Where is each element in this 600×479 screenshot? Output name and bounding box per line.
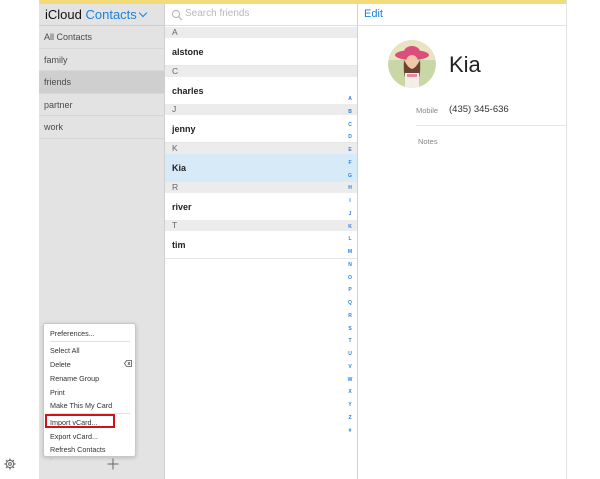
index-letter[interactable]: U: [345, 348, 355, 361]
plus-icon[interactable]: [107, 458, 119, 470]
section-header: J: [165, 104, 357, 115]
index-letter[interactable]: Z: [345, 412, 355, 425]
sidebar-item-family[interactable]: family: [39, 49, 165, 71]
search-input[interactable]: Search friends: [185, 8, 249, 19]
window-edge: [566, 0, 567, 479]
sidebar-item-partner[interactable]: partner: [39, 94, 165, 116]
index-letter[interactable]: J: [345, 208, 355, 221]
index-letter[interactable]: C: [345, 119, 355, 132]
chevron-down-icon: [138, 8, 148, 18]
sidebar-item-all-contacts[interactable]: All Contacts: [39, 26, 165, 49]
menu-item-export-vcard[interactable]: Export vCard...: [50, 432, 98, 441]
sidebar-item-friends[interactable]: friends: [39, 71, 165, 94]
index-letter[interactable]: B: [345, 106, 355, 119]
index-letter[interactable]: P: [345, 284, 355, 297]
menu-item-rename-group[interactable]: Rename Group: [50, 374, 99, 383]
contact-row-jenny[interactable]: jenny: [165, 115, 357, 143]
brand-app-name: Contacts: [85, 7, 137, 22]
contact-row-river[interactable]: river: [165, 193, 357, 221]
menu-item-preferences[interactable]: Preferences...: [50, 329, 95, 338]
section-header: C: [165, 66, 357, 77]
index-letter[interactable]: W: [345, 374, 355, 387]
sidebar-item-work[interactable]: work: [39, 116, 165, 139]
index-letter[interactable]: S: [345, 323, 355, 336]
index-letter[interactable]: I: [345, 195, 355, 208]
mobile-label: Mobile: [416, 106, 439, 115]
section-header: K: [165, 143, 357, 154]
search-icon: [171, 9, 183, 21]
menu-separator: [50, 341, 130, 342]
divider: [416, 125, 566, 126]
alphabet-index: A B C D E F G H I J K L M N O P Q R S T U V W X Y Z #: [345, 93, 355, 437]
settings-menu: Preferences... Select All Delete Rename …: [43, 323, 136, 457]
mobile-value[interactable]: (435) 345-636: [449, 104, 509, 115]
contact-row-kia[interactable]: Kia: [165, 154, 357, 182]
index-letter[interactable]: X: [345, 386, 355, 399]
section-header: R: [165, 182, 357, 193]
index-letter[interactable]: L: [345, 233, 355, 246]
index-letter[interactable]: F: [345, 157, 355, 170]
import-vcard-highlight: [45, 414, 115, 428]
contact-row-alstone[interactable]: alstone: [165, 38, 357, 66]
index-letter[interactable]: E: [345, 144, 355, 157]
gear-icon[interactable]: [4, 458, 16, 470]
section-header: T: [165, 220, 357, 231]
menu-pointer: [47, 456, 55, 460]
index-letter[interactable]: K: [345, 221, 355, 234]
contact-row-tim[interactable]: tim: [165, 231, 357, 259]
index-letter[interactable]: T: [345, 335, 355, 348]
contact-name: Kia: [449, 52, 481, 77]
index-letter[interactable]: A: [345, 93, 355, 106]
index-letter[interactable]: H: [345, 182, 355, 195]
index-letter[interactable]: O: [345, 272, 355, 285]
index-letter[interactable]: M: [345, 246, 355, 259]
brand-name: iCloud: [45, 7, 82, 22]
index-letter[interactable]: Y: [345, 399, 355, 412]
index-letter[interactable]: Q: [345, 297, 355, 310]
index-letter[interactable]: R: [345, 310, 355, 323]
contact-list: Search friends A alstone C charles J jen…: [165, 4, 358, 479]
index-letter[interactable]: D: [345, 131, 355, 144]
app-brand[interactable]: iCloud Contacts: [39, 4, 165, 26]
contact-detail: Edit Kia Mobile (435) 345-636 Notes: [358, 4, 566, 479]
index-letter[interactable]: #: [345, 425, 355, 438]
search-bar[interactable]: Search friends: [165, 4, 358, 26]
notes-label: Notes: [418, 137, 438, 146]
edit-button[interactable]: Edit: [364, 8, 383, 20]
index-letter[interactable]: N: [345, 259, 355, 272]
group-list: All Contacts family friends partner work: [39, 26, 165, 139]
menu-item-select-all[interactable]: Select All: [50, 346, 80, 355]
index-letter[interactable]: G: [345, 170, 355, 183]
menu-item-delete[interactable]: Delete: [50, 360, 71, 369]
menu-item-make-my-card[interactable]: Make This My Card: [50, 401, 112, 410]
contact-photo: [388, 40, 436, 88]
menu-item-print[interactable]: Print: [50, 388, 65, 397]
detail-toolbar: Edit: [358, 4, 566, 26]
menu-item-refresh-contacts[interactable]: Refresh Contacts: [50, 445, 106, 454]
index-letter[interactable]: V: [345, 361, 355, 374]
delete-key-icon: [124, 360, 132, 367]
section-header: A: [165, 27, 357, 38]
contact-row-charles[interactable]: charles: [165, 77, 357, 105]
